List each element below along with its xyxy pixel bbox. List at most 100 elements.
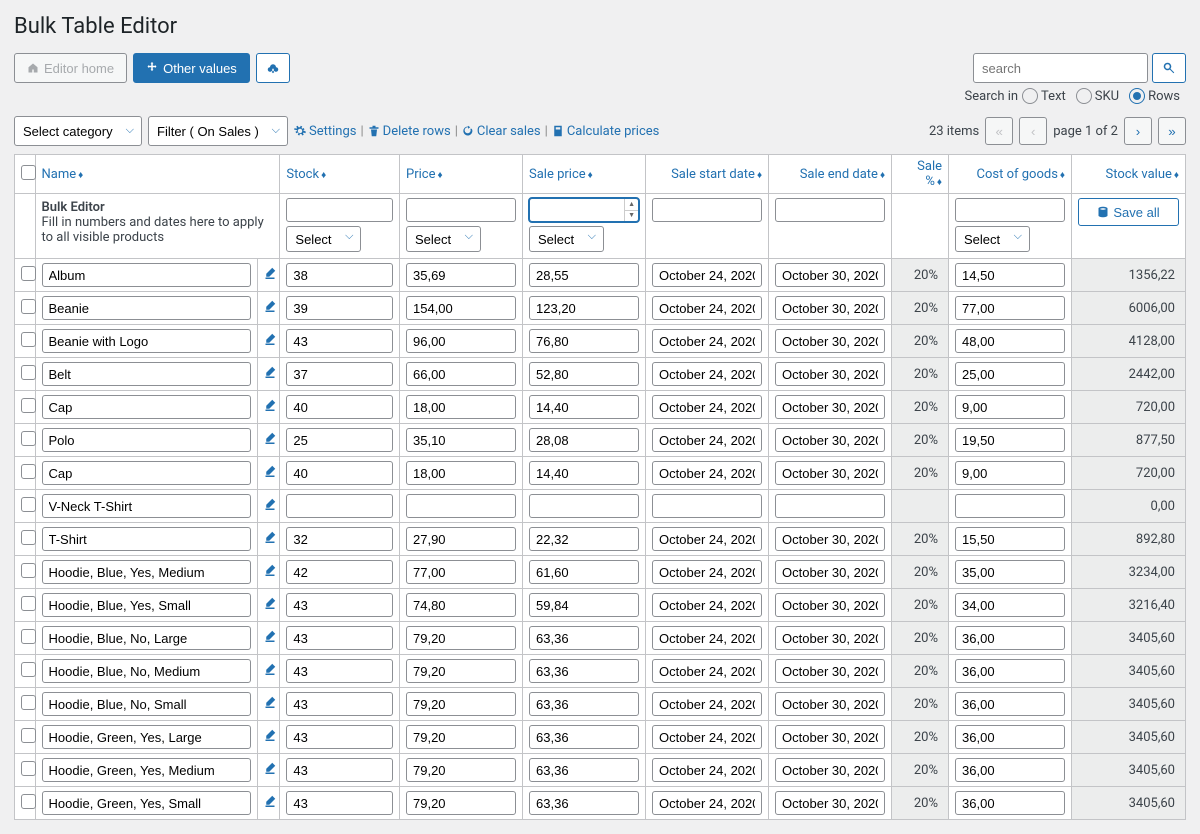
stock-input[interactable] [286, 758, 393, 782]
row-checkbox[interactable] [21, 266, 36, 281]
stock-input[interactable] [286, 395, 393, 419]
cost-input[interactable] [955, 626, 1065, 650]
sale-price-input[interactable] [529, 527, 639, 551]
sale-end-input[interactable] [775, 791, 885, 815]
col-sale-start[interactable]: Sale start date♦ [646, 155, 769, 194]
name-input[interactable] [42, 263, 251, 287]
sale-price-input[interactable] [529, 494, 639, 518]
edit-icon[interactable] [264, 433, 276, 448]
sale-end-input[interactable] [775, 395, 885, 419]
sale-end-input[interactable] [775, 725, 885, 749]
stock-input[interactable] [286, 263, 393, 287]
sale-price-input[interactable] [529, 593, 639, 617]
other-values-button[interactable]: Other values [133, 53, 250, 83]
cost-input[interactable] [955, 527, 1065, 551]
row-checkbox[interactable] [21, 299, 36, 314]
sale-start-input[interactable] [652, 626, 762, 650]
sale-start-input[interactable] [652, 362, 762, 386]
name-input[interactable] [42, 692, 251, 716]
bulk-sale-start-input[interactable] [652, 198, 762, 222]
category-select[interactable]: Select category [14, 116, 142, 146]
name-input[interactable] [42, 725, 251, 749]
clear-sales-link[interactable]: Clear sales [462, 124, 541, 139]
row-checkbox[interactable] [21, 464, 36, 479]
stock-input[interactable] [286, 560, 393, 584]
cost-input[interactable] [955, 329, 1065, 353]
col-cost[interactable]: Cost of goods♦ [949, 155, 1072, 194]
sale-start-input[interactable] [652, 329, 762, 353]
sale-start-input[interactable] [652, 395, 762, 419]
price-input[interactable] [406, 296, 516, 320]
cost-input[interactable] [955, 560, 1065, 584]
sale-start-input[interactable] [652, 725, 762, 749]
price-input[interactable] [406, 461, 516, 485]
stock-input[interactable] [286, 725, 393, 749]
price-input[interactable] [406, 329, 516, 353]
row-checkbox[interactable] [21, 761, 36, 776]
edit-icon[interactable] [264, 565, 276, 580]
stepper-buttons[interactable]: ▲▼ [624, 199, 638, 221]
price-input[interactable] [406, 659, 516, 683]
page-prev-button[interactable]: ‹ [1019, 117, 1047, 145]
delete-rows-link[interactable]: Delete rows [368, 124, 451, 139]
edit-icon[interactable] [264, 697, 276, 712]
col-sale-pct[interactable]: Sale %♦ [892, 155, 949, 194]
sale-price-input[interactable] [529, 626, 639, 650]
stock-input[interactable] [286, 362, 393, 386]
cost-input[interactable] [955, 296, 1065, 320]
sale-price-input[interactable] [529, 659, 639, 683]
save-all-button[interactable]: Save all [1078, 198, 1179, 226]
col-name[interactable]: Name♦ [35, 155, 280, 194]
sale-end-input[interactable] [775, 428, 885, 452]
edit-icon[interactable] [264, 367, 276, 382]
sale-price-input[interactable] [529, 725, 639, 749]
search-input[interactable] [973, 53, 1148, 83]
price-input[interactable] [406, 494, 516, 518]
name-input[interactable] [42, 626, 251, 650]
edit-icon[interactable] [264, 763, 276, 778]
name-input[interactable] [42, 659, 251, 683]
edit-icon[interactable] [264, 664, 276, 679]
sale-end-input[interactable] [775, 659, 885, 683]
sale-end-input[interactable] [775, 329, 885, 353]
settings-link[interactable]: Settings [294, 124, 356, 139]
radio-sku[interactable]: SKU [1076, 88, 1119, 104]
stock-input[interactable] [286, 296, 393, 320]
name-input[interactable] [42, 329, 251, 353]
stock-input[interactable] [286, 527, 393, 551]
edit-icon[interactable] [264, 598, 276, 613]
row-checkbox[interactable] [21, 398, 36, 413]
cost-input[interactable] [955, 758, 1065, 782]
edit-icon[interactable] [264, 796, 276, 811]
editor-home-button[interactable]: Editor home [14, 53, 127, 83]
sale-start-input[interactable] [652, 296, 762, 320]
sale-price-input[interactable] [529, 692, 639, 716]
sale-start-input[interactable] [652, 527, 762, 551]
calculate-link[interactable]: Calculate prices [552, 124, 660, 139]
row-checkbox[interactable] [21, 728, 36, 743]
sale-end-input[interactable] [775, 692, 885, 716]
sale-price-input[interactable] [529, 263, 639, 287]
page-last-button[interactable]: » [1158, 117, 1186, 145]
sale-start-input[interactable] [652, 494, 762, 518]
price-input[interactable] [406, 428, 516, 452]
stock-input[interactable] [286, 428, 393, 452]
row-checkbox[interactable] [21, 365, 36, 380]
cost-input[interactable] [955, 593, 1065, 617]
edit-icon[interactable] [264, 268, 276, 283]
sale-start-input[interactable] [652, 791, 762, 815]
name-input[interactable] [42, 461, 251, 485]
price-input[interactable] [406, 263, 516, 287]
stock-input[interactable] [286, 461, 393, 485]
col-stock-value[interactable]: Stock value♦ [1072, 155, 1186, 194]
sale-start-input[interactable] [652, 428, 762, 452]
sale-start-input[interactable] [652, 659, 762, 683]
row-checkbox[interactable] [21, 695, 36, 710]
stock-input[interactable] [286, 692, 393, 716]
sale-price-input[interactable] [529, 461, 639, 485]
cost-input[interactable] [955, 263, 1065, 287]
cost-input[interactable] [955, 395, 1065, 419]
bulk-price-select[interactable]: Select [406, 226, 481, 252]
name-input[interactable] [42, 395, 251, 419]
sale-price-input[interactable] [529, 329, 639, 353]
